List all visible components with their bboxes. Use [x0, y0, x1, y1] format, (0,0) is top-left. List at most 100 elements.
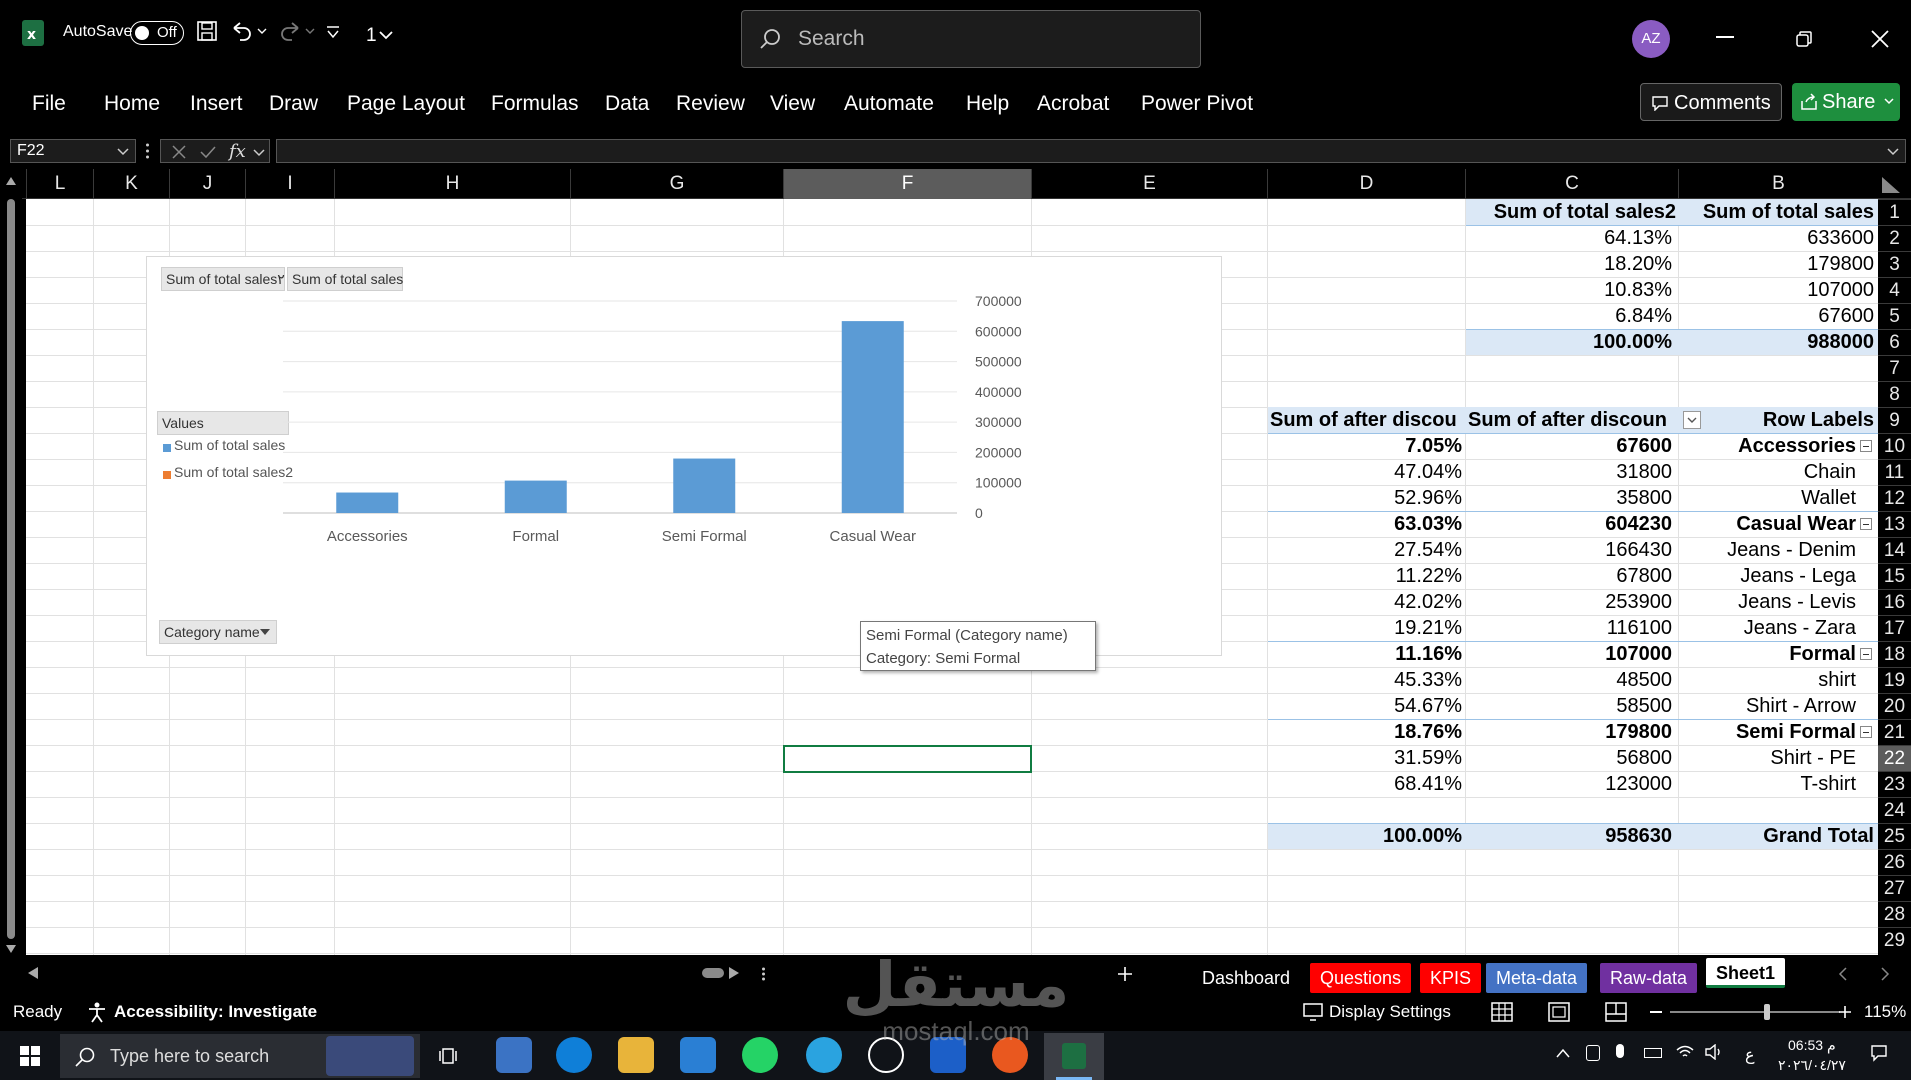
pivot2-cell-label[interactable]: Semi Formal	[1680, 719, 1856, 745]
pivot1-cell[interactable]: 67600	[1680, 303, 1874, 329]
zoom-in-icon[interactable]	[1838, 1005, 1852, 1019]
scroll-right-icon[interactable]	[729, 967, 739, 979]
qat-number[interactable]: 1	[366, 25, 377, 47]
row-header[interactable]: 28	[1878, 901, 1911, 927]
fx-chevron-icon[interactable]	[253, 148, 265, 158]
chart-bar[interactable]	[504, 480, 567, 513]
pivot2-cell-label[interactable]: shirt	[1680, 667, 1856, 693]
column-header-l[interactable]: L	[26, 169, 93, 199]
sheet-tab-dashboard[interactable]: Dashboard	[1192, 963, 1300, 993]
select-all-corner[interactable]	[1880, 175, 1902, 195]
page-layout-view-icon[interactable]	[1548, 1002, 1570, 1022]
sheet-next-icon[interactable]	[1880, 967, 1890, 981]
tab-acrobat[interactable]: Acrobat	[1037, 92, 1109, 116]
pivot2-cell-c[interactable]: 35800	[1468, 485, 1672, 511]
pivot2-cell-c[interactable]: 48500	[1468, 667, 1672, 693]
row-header[interactable]: 24	[1878, 797, 1911, 823]
display-settings-icon[interactable]	[1302, 1002, 1326, 1022]
comments-button[interactable]: Comments	[1640, 83, 1782, 121]
whatsapp-icon[interactable]	[742, 1037, 778, 1073]
pivot2-header-d[interactable]: Sum of after discou	[1270, 407, 1464, 433]
accessibility-status[interactable]: Accessibility: Investigate	[114, 1002, 317, 1022]
pivot1-cell[interactable]: 18.20%	[1468, 251, 1672, 277]
excel-taskbar-icon[interactable]	[1044, 1033, 1104, 1080]
pivot2-cell-c[interactable]: 58500	[1468, 693, 1672, 719]
collapse-icon[interactable]	[1860, 726, 1872, 738]
tray-chevron-up-icon[interactable]	[1556, 1048, 1570, 1058]
collapse-icon[interactable]	[1860, 518, 1872, 530]
battery-icon[interactable]	[1644, 1048, 1662, 1058]
pivot2-cell-label[interactable]: Chain	[1680, 459, 1856, 485]
expand-formula-chevron-icon[interactable]	[1887, 147, 1899, 157]
volume-icon[interactable]	[1704, 1044, 1724, 1060]
row-header[interactable]: 17	[1878, 615, 1911, 641]
pivot2-cell-d[interactable]: 31.59%	[1270, 745, 1462, 771]
pivot2-cell-d[interactable]: 11.16%	[1270, 641, 1462, 667]
row-header[interactable]: 15	[1878, 563, 1911, 589]
row-header[interactable]: 29	[1878, 927, 1911, 953]
pivot2-cell-label[interactable]: Jeans - Lega	[1680, 563, 1856, 589]
pivot2-cell-d[interactable]: 45.33%	[1270, 667, 1462, 693]
tab-home[interactable]: Home	[104, 92, 160, 116]
row-header[interactable]: 26	[1878, 849, 1911, 875]
row-header[interactable]: 11	[1878, 459, 1911, 485]
notifications-icon[interactable]	[1870, 1044, 1888, 1062]
pivot2-cell-label[interactable]: Casual Wear	[1680, 511, 1856, 537]
customize-qat-icon[interactable]	[324, 24, 342, 40]
clock-time[interactable]: 06:53 م	[1788, 1037, 1836, 1054]
tab-power-pivot[interactable]: Power Pivot	[1141, 92, 1253, 116]
scroll-up-icon[interactable]	[6, 177, 16, 185]
column-header-h[interactable]: H	[334, 169, 570, 199]
formula-input[interactable]	[276, 139, 1906, 163]
pivot2-cell-d[interactable]: 52.96%	[1270, 485, 1462, 511]
close-icon[interactable]	[1870, 29, 1890, 49]
pivot1-total[interactable]: 100.00%	[1468, 329, 1672, 355]
row-header[interactable]: 21	[1878, 719, 1911, 745]
vertical-scrollbar[interactable]	[0, 169, 22, 955]
pivot2-cell-label[interactable]: Formal	[1680, 641, 1856, 667]
pivot2-cell-label[interactable]: Jeans - Denim	[1680, 537, 1856, 563]
pivot2-cell-d[interactable]: 63.03%	[1270, 511, 1462, 537]
row-header[interactable]: 3	[1878, 251, 1911, 277]
column-header-g[interactable]: G	[570, 169, 783, 199]
column-header-d[interactable]: D	[1267, 169, 1465, 199]
row-header[interactable]: 9	[1878, 407, 1911, 433]
confirm-entry-icon[interactable]	[199, 144, 217, 160]
row-header[interactable]: 19	[1878, 667, 1911, 693]
pivot2-cell-label[interactable]: Jeans - Levis	[1680, 589, 1856, 615]
tab-review[interactable]: Review	[676, 92, 745, 116]
pivot2-cell-label[interactable]: Accessories	[1680, 433, 1856, 459]
row-header[interactable]: 16	[1878, 589, 1911, 615]
column-header-c[interactable]: C	[1465, 169, 1678, 199]
cancel-entry-icon[interactable]	[171, 144, 187, 160]
add-sheet-icon[interactable]	[1117, 966, 1133, 982]
qat-number-chevron-icon[interactable]	[378, 30, 394, 40]
pivot2-cell-label[interactable]: T-shirt	[1680, 771, 1856, 797]
pivot1-header-b[interactable]: Sum of total sales	[1680, 199, 1874, 225]
formula-more-icon[interactable]	[146, 143, 149, 159]
row-header[interactable]: 5	[1878, 303, 1911, 329]
sheet-tab-kpis[interactable]: KPIS	[1420, 963, 1482, 993]
task-view-icon[interactable]	[438, 1045, 460, 1067]
pivot1-header-c[interactable]: Sum of total sales2	[1468, 199, 1676, 225]
tab-data[interactable]: Data	[605, 92, 649, 116]
row-header[interactable]: 20	[1878, 693, 1911, 719]
sheet-tab-questions[interactable]: Questions	[1310, 963, 1412, 993]
pivot2-cell-d[interactable]: 54.67%	[1270, 693, 1462, 719]
zoom-slider-thumb[interactable]	[1763, 1004, 1770, 1020]
pivot2-cell-d[interactable]: 42.02%	[1270, 589, 1462, 615]
horizontal-scroll-thumb[interactable]	[702, 968, 724, 978]
pivot1-cell[interactable]: 64.13%	[1468, 225, 1672, 251]
insert-function-icon[interactable]: fx	[229, 141, 246, 162]
collapse-icon[interactable]	[1860, 648, 1872, 660]
tab-page-layout[interactable]: Page Layout	[347, 92, 465, 116]
pivot1-cell[interactable]: 6.84%	[1468, 303, 1672, 329]
title-search-box[interactable]: Search	[741, 10, 1201, 68]
taskbar-search-box[interactable]: Type here to search	[60, 1034, 420, 1078]
row-header[interactable]: 6	[1878, 329, 1911, 355]
pivot1-cell[interactable]: 107000	[1680, 277, 1874, 303]
sheet-tab-sheet1[interactable]: Sheet1	[1706, 958, 1786, 988]
share-button[interactable]: Share	[1792, 83, 1900, 121]
pivot2-cell-d[interactable]: 7.05%	[1270, 433, 1462, 459]
pivot1-total[interactable]: 988000	[1680, 329, 1874, 355]
